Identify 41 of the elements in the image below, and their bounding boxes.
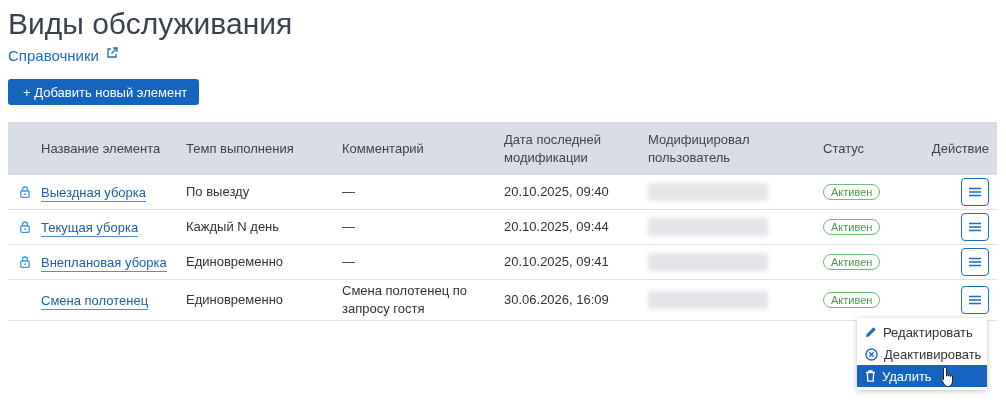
table-cell-text: Единовременно (186, 291, 285, 309)
table-cell-text: — (342, 218, 356, 236)
table-cell-text: По выезду (186, 183, 251, 201)
table-cell-text: — (342, 253, 356, 271)
menu-icon (969, 222, 981, 232)
menu-button[interactable] (961, 248, 989, 276)
page-title: Виды обслуживания (8, 6, 294, 42)
table-cell-text: 20.10.2025, 09:40 (504, 183, 610, 201)
menu-button[interactable] (961, 178, 989, 206)
element-name-link[interactable]: Выездная уборка (41, 184, 147, 202)
element-name-link[interactable]: Смена полотенец (41, 292, 149, 310)
column-header: Модифицировал пользователь (648, 130, 751, 167)
column-header: Действие (931, 139, 990, 158)
table-cell-text: 20.10.2025, 09:41 (504, 253, 610, 271)
add-element-button[interactable]: + Добавить новый элемент (8, 79, 200, 105)
menu-item[interactable]: Редактировать (857, 321, 987, 343)
column-header: Название элемента (41, 139, 162, 158)
menu-item[interactable]: Удалить (857, 365, 987, 387)
column-header: Комментарий (342, 139, 425, 158)
table-cell-text: 30.06.2026, 16:09 (504, 291, 610, 309)
column-header: Темп выполнения (186, 139, 295, 158)
table-cell-text: Смена полотенец по запросу гостя (342, 282, 468, 318)
table-cell-text: Каждый N день (186, 218, 281, 236)
menu-button[interactable] (961, 286, 989, 314)
menu-item[interactable]: Деактивировать (857, 343, 987, 365)
column-header: Статус (823, 139, 866, 158)
element-name-link[interactable]: Внеплановая уборка (41, 254, 167, 272)
column-header: Дата последней модификации (504, 130, 602, 167)
cancel-icon (865, 347, 878, 361)
pencil-icon (865, 326, 877, 338)
element-name-link[interactable]: Текущая уборка (41, 219, 139, 237)
external-link-icon (105, 47, 118, 59)
menu-icon (969, 295, 981, 305)
table-cell-text: 20.10.2025, 09:44 (504, 218, 610, 236)
table-cell-text: Единовременно (186, 253, 285, 271)
directory-link[interactable]: Справочники (8, 47, 99, 64)
trash-icon (865, 370, 876, 382)
menu-icon (969, 187, 981, 197)
menu-button[interactable] (961, 213, 989, 241)
menu-icon (969, 257, 981, 267)
table-cell-text: — (342, 183, 356, 201)
